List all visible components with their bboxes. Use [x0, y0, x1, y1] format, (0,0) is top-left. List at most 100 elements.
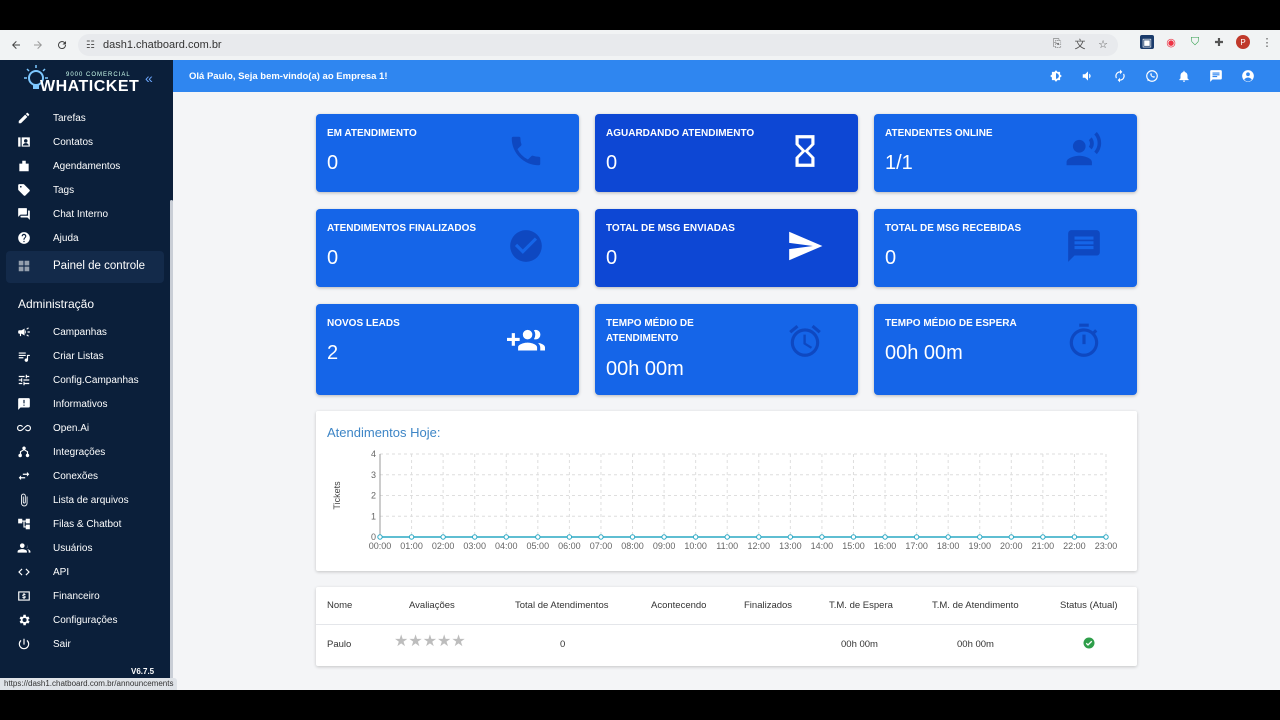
sidebar-item-api[interactable]: API: [0, 560, 170, 584]
y-tick-label: 2: [371, 491, 376, 501]
sidebar-item-financeiro[interactable]: Financeiro: [0, 584, 170, 608]
sidebar-item-configura-es[interactable]: Configurações: [0, 608, 170, 632]
reload-icon[interactable]: [50, 33, 74, 57]
sidebar-item-tarefas[interactable]: Tarefas: [0, 106, 170, 130]
cell-total: 0: [560, 639, 566, 650]
brand-name: WHATICKET: [40, 78, 140, 95]
collapse-sidebar-icon[interactable]: «: [145, 70, 153, 86]
volume-icon[interactable]: [1080, 68, 1096, 84]
x-tick-label: 06:00: [558, 541, 581, 551]
extension-1-icon[interactable]: ▣: [1140, 35, 1154, 49]
sidebar-item-label: Painel de controle: [53, 260, 146, 272]
y-axis-label: Tickets: [332, 481, 342, 510]
announcement-icon: [16, 396, 32, 412]
stat-card-tempo-medio-de-atendimento: TEMPO MÉDIO DE ATENDIMENTO 00h 00m: [595, 304, 858, 395]
sidebar-item-lista-de-arquivos[interactable]: Lista de arquivos: [0, 488, 170, 512]
chat-icon[interactable]: [1208, 68, 1224, 84]
sidebar-item-label: Criar Listas: [53, 350, 104, 362]
sidebar-item-painel-de-controle[interactable]: Painel de controle: [0, 252, 170, 280]
x-tick-label: 05:00: [527, 541, 550, 551]
tickets-line-chart: 0123400:00 01:00 02:00 03:00 04:00 05:00 06:00…: [332, 449, 1117, 551]
extensions-puzzle-icon[interactable]: ✚: [1212, 35, 1226, 49]
sidebar-item-ajuda[interactable]: Ajuda: [0, 226, 170, 250]
table-header: Finalizados: [744, 600, 793, 611]
greeting-text: Olá Paulo, Seja bem-vindo(a) ao Empresa …: [189, 71, 388, 82]
sidebar-scrollbar[interactable]: [170, 200, 173, 680]
message-icon: [1065, 227, 1103, 265]
data-point: [1071, 534, 1078, 540]
forward-icon[interactable]: [26, 33, 50, 57]
table-header: T.M. de Atendimento: [932, 600, 1019, 611]
x-tick-label: 09:00: [653, 541, 676, 551]
x-tick-label: 04:00: [495, 541, 518, 551]
sidebar-item-filas-chatbot[interactable]: Filas & Chatbot: [0, 512, 170, 536]
sidebar-item-label: Financeiro: [53, 590, 100, 602]
code-icon: [16, 564, 32, 580]
stat-card-title: NOVOS LEADS: [327, 318, 400, 329]
star-icon[interactable]: ★: [451, 633, 465, 650]
tag-icon: [16, 182, 32, 198]
translate-icon[interactable]: 文: [1073, 37, 1087, 51]
x-tick-label: 12:00: [748, 541, 771, 551]
sidebar-item-label: Agendamentos: [53, 160, 121, 172]
star-icon[interactable]: ★: [437, 633, 451, 650]
whatsapp-icon[interactable]: [1144, 68, 1160, 84]
browser-menu-icon[interactable]: ⋮: [1260, 35, 1274, 49]
extension-shield-icon[interactable]: ⛉: [1188, 35, 1202, 49]
sidebar-item-open-ai[interactable]: Open.Ai: [0, 416, 170, 440]
refresh-icon[interactable]: [1112, 68, 1128, 84]
account-icon[interactable]: [1240, 68, 1256, 84]
site-info-icon[interactable]: ☷: [86, 40, 95, 51]
sidebar-item-conex-es[interactable]: Conexões: [0, 464, 170, 488]
sidebar-item-integra-es[interactable]: Integrações: [0, 440, 170, 464]
sidebar-item-label: Integrações: [53, 446, 106, 458]
bookmark-star-icon[interactable]: ☆: [1096, 37, 1110, 51]
url-text: dash1.chatboard.com.br: [102, 39, 222, 51]
sidebar-item-chat-interno[interactable]: Chat Interno: [0, 202, 170, 226]
tune-icon: [16, 372, 32, 388]
x-tick-label: 21:00: [1032, 541, 1055, 551]
sidebar-item-informativos[interactable]: Informativos: [0, 392, 170, 416]
extension-2-icon[interactable]: ◉: [1164, 35, 1178, 49]
attach-icon: [16, 492, 32, 508]
sidebar-item-criar-listas[interactable]: Criar Listas: [0, 344, 170, 368]
sidebar-item-agendamentos[interactable]: Agendamentos: [0, 154, 170, 178]
data-point: [692, 534, 699, 540]
rating-stars[interactable]: ★★★★★: [394, 634, 466, 650]
x-tick-label: 00:00: [369, 541, 392, 551]
cell-nome: Paulo: [327, 639, 352, 650]
sidebar-item-label: Conexões: [53, 470, 99, 482]
megaphone-icon: [16, 324, 32, 340]
sidebar-item-label: Usuários: [53, 542, 93, 554]
stat-card-value: 00h 00m: [885, 342, 963, 364]
x-tick-label: 07:00: [590, 541, 613, 551]
address-bar[interactable]: ☷ dash1.chatboard.com.br ⎘ 文 ☆: [78, 34, 1118, 56]
pencil-icon: [16, 110, 32, 126]
data-point: [535, 534, 541, 540]
sidebar-item-usu-rios[interactable]: Usuários: [0, 536, 170, 560]
install-icon[interactable]: ⎘: [1050, 37, 1064, 51]
admin-section-title: Administração: [18, 297, 95, 311]
sidebar-item-label: Configurações: [53, 614, 118, 626]
sidebar-item-label: Lista de arquivos: [53, 494, 129, 506]
notifications-bell-icon[interactable]: [1176, 68, 1192, 84]
sidebar-item-sair[interactable]: Sair: [0, 632, 170, 656]
star-icon[interactable]: ★: [394, 633, 408, 650]
back-icon[interactable]: [4, 33, 28, 57]
data-point: [661, 534, 667, 540]
sidebar-item-campanhas[interactable]: Campanhas: [0, 320, 170, 344]
timer-icon: [1065, 322, 1103, 360]
profile-avatar[interactable]: P: [1236, 35, 1250, 49]
x-tick-label: 10:00: [684, 541, 707, 551]
sidebar-item-contatos[interactable]: Contatos: [0, 130, 170, 154]
star-icon[interactable]: ★: [423, 633, 437, 650]
power-icon: [16, 636, 32, 652]
star-icon[interactable]: ★: [408, 633, 422, 650]
theme-toggle-icon[interactable]: [1048, 68, 1064, 84]
sidebar-item-config-campanhas[interactable]: Config.Campanhas: [0, 368, 170, 392]
data-point: [977, 534, 983, 540]
cell-atendimento: 00h 00m: [957, 639, 994, 650]
sidebar: 9000 COMERCIAL WHATICKET « Tarefas Contat…: [0, 60, 178, 690]
playlist-icon: [16, 348, 32, 364]
sidebar-item-tags[interactable]: Tags: [0, 178, 170, 202]
